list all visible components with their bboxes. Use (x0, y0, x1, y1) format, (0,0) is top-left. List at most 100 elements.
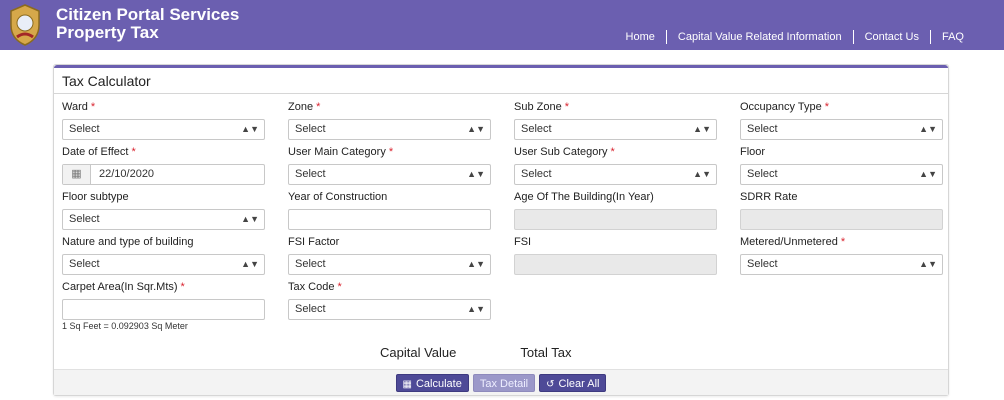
nav-faq[interactable]: FAQ (942, 31, 964, 43)
select-caret-icon: ▲▼ (467, 304, 485, 314)
select-caret-icon: ▲▼ (467, 259, 485, 269)
carpet-area-input[interactable] (62, 299, 265, 320)
required-marker: * (388, 146, 394, 158)
fsi-factor-select[interactable]: Select ▲▼ (288, 254, 491, 275)
calculate-label: Calculate (415, 377, 462, 390)
floor-label: Floor (740, 146, 766, 158)
fsi-factor-field: FSI Factor Select ▲▼ (288, 235, 491, 275)
carpet-area-label: Carpet Area(In Sqr.Mts) * (62, 281, 185, 293)
calculate-button[interactable]: ▦ Calculate (395, 373, 469, 392)
required-marker: * (90, 101, 96, 113)
capital-value-label: Capital Value (380, 345, 457, 360)
result-summary: Capital Value Total Tax (380, 345, 635, 360)
metered-select[interactable]: Select ▲▼ (740, 254, 943, 275)
nav-contact-us[interactable]: Contact Us (865, 31, 919, 43)
occupancy-label: Occupancy Type * (740, 101, 830, 113)
floor-select[interactable]: Select ▲▼ (740, 164, 943, 185)
unit-conversion-hint: 1 Sq Feet = 0.092903 Sq Meter (62, 321, 188, 331)
user-sub-category-select[interactable]: Select ▲▼ (514, 164, 717, 185)
ward-label: Ward * (62, 101, 96, 113)
floor-field: Floor Select ▲▼ (740, 145, 943, 185)
user-main-category-label: User Main Category * (288, 146, 394, 158)
year-construction-label: Year of Construction (288, 191, 388, 203)
select-caret-icon: ▲▼ (919, 124, 937, 134)
ward-select[interactable]: Select ▲▼ (62, 119, 265, 140)
tax-code-select[interactable]: Select ▲▼ (288, 299, 491, 320)
panel-footer: ▦ Calculate Tax Detail ↺ Clear All (54, 369, 948, 395)
calendar-icon[interactable]: ▦ (63, 165, 91, 184)
required-marker: * (337, 281, 342, 293)
year-construction-input[interactable] (288, 209, 491, 230)
brand-title: Citizen Portal Services (56, 5, 240, 24)
date-effect-value: 22/10/2020 (99, 168, 155, 180)
tax-code-field: Tax Code * Select ▲▼ (288, 280, 491, 320)
nav-separator (665, 30, 667, 44)
select-caret-icon: ▲▼ (919, 169, 937, 179)
clear-all-label: Clear All (558, 377, 600, 390)
building-nature-field: Nature and type of building Select ▲▼ (62, 235, 265, 275)
nav-separator (852, 30, 854, 44)
municipal-emblem-icon (10, 4, 40, 46)
date-effect-input[interactable]: ▦ 22/10/2020 (62, 164, 265, 185)
occupancy-field: Occupancy Type * Select ▲▼ (740, 100, 943, 140)
panel-title: Tax Calculator (54, 68, 948, 94)
metered-label: Metered/Unmetered * (740, 236, 846, 248)
required-marker: * (840, 236, 846, 248)
sdrr-rate-field: SDRR Rate (740, 190, 943, 230)
calculator-icon: ▦ (402, 378, 412, 390)
nav-home[interactable]: Home (626, 31, 655, 43)
building-age-label: Age Of The Building(In Year) (514, 191, 654, 203)
total-tax-label: Total Tax (520, 345, 572, 360)
select-caret-icon: ▲▼ (467, 124, 485, 134)
select-caret-icon: ▲▼ (241, 259, 259, 269)
zone-field: Zone * Select ▲▼ (288, 100, 491, 140)
ward-field: Ward * Select ▲▼ (62, 100, 265, 140)
tax-code-label: Tax Code * (288, 281, 342, 293)
nav-capital-value-info[interactable]: Capital Value Related Information (678, 31, 842, 43)
tax-calculator-panel: Tax Calculator Ward * Select ▲▼ Zone * Sele… (53, 64, 949, 396)
date-effect-label: Date of Effect * (62, 146, 136, 158)
metered-field: Metered/Unmetered * Select ▲▼ (740, 235, 943, 275)
sdrr-rate-input (740, 209, 943, 230)
subzone-field: Sub Zone * Select ▲▼ (514, 100, 717, 140)
user-sub-category-field: User Sub Category * Select ▲▼ (514, 145, 717, 185)
floor-subtype-select[interactable]: Select ▲▼ (62, 209, 265, 230)
fsi-factor-label: FSI Factor (288, 236, 340, 248)
floor-subtype-label: Floor subtype (62, 191, 129, 203)
required-marker: * (564, 101, 569, 113)
date-effect-field: Date of Effect * ▦ 22/10/2020 (62, 145, 265, 185)
zone-select[interactable]: Select ▲▼ (288, 119, 491, 140)
required-marker: * (824, 101, 830, 113)
select-caret-icon: ▲▼ (919, 259, 937, 269)
user-main-category-select[interactable]: Select ▲▼ (288, 164, 491, 185)
building-nature-label: Nature and type of building (62, 236, 194, 248)
clear-all-button[interactable]: ↺ Clear All (539, 373, 607, 392)
required-marker: * (316, 101, 321, 113)
carpet-area-field: Carpet Area(In Sqr.Mts) * (62, 280, 265, 320)
user-sub-category-label: User Sub Category * (514, 146, 615, 158)
top-header: Citizen Portal Services Property Tax Hom… (0, 0, 1004, 50)
required-marker: * (131, 146, 136, 158)
brand-subtitle: Property Tax (56, 23, 159, 42)
top-nav: Home Capital Value Related Information C… (626, 30, 964, 44)
floor-subtype-field: Floor subtype Select ▲▼ (62, 190, 265, 230)
year-construction-field: Year of Construction (288, 190, 491, 230)
occupancy-select[interactable]: Select ▲▼ (740, 119, 943, 140)
select-caret-icon: ▲▼ (693, 124, 711, 134)
building-nature-select[interactable]: Select ▲▼ (62, 254, 265, 275)
tax-detail-button[interactable]: Tax Detail (472, 373, 536, 392)
select-caret-icon: ▲▼ (241, 214, 259, 224)
site-brand: Citizen Portal Services Property Tax (56, 6, 239, 42)
nav-separator (929, 30, 931, 44)
user-main-category-field: User Main Category * Select ▲▼ (288, 145, 491, 185)
fsi-field: FSI (514, 235, 717, 275)
select-caret-icon: ▲▼ (241, 124, 259, 134)
select-caret-icon: ▲▼ (467, 169, 485, 179)
reset-icon: ↺ (546, 378, 555, 390)
subzone-select[interactable]: Select ▲▼ (514, 119, 717, 140)
subzone-label: Sub Zone * (514, 101, 569, 113)
required-marker: * (610, 146, 615, 158)
zone-label: Zone * (288, 101, 321, 113)
sdrr-rate-label: SDRR Rate (740, 191, 798, 203)
fsi-label: FSI (514, 236, 532, 248)
